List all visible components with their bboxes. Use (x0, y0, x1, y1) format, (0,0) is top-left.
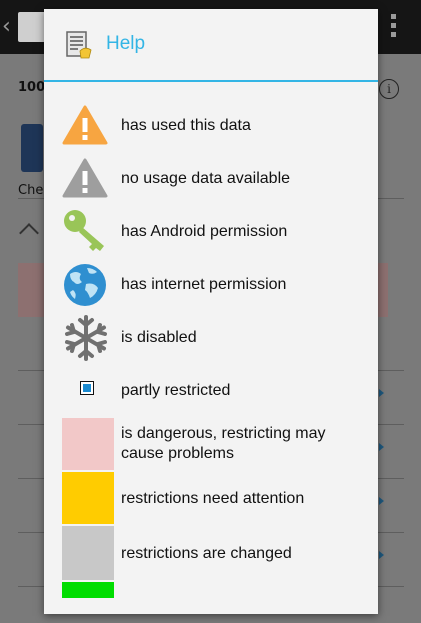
row-arrow-icon[interactable] (379, 443, 384, 451)
info-icon[interactable]: i (379, 79, 399, 99)
app-icon[interactable] (18, 12, 46, 42)
globe-icon (64, 264, 106, 306)
partial-square-icon (80, 381, 94, 395)
legend-row: no usage data available (44, 155, 378, 203)
snowflake-icon (65, 315, 107, 361)
background-check-text: Che (18, 183, 44, 198)
legend-label: partly restricted (121, 382, 231, 399)
legend-label: has internet permission (121, 276, 287, 293)
legend-row: is dangerous, restricting may cause prob… (44, 418, 378, 470)
legend-row: has used this data (44, 102, 378, 150)
back-chevron-icon[interactable]: ‹ (2, 14, 11, 39)
legend-label: is disabled (121, 329, 197, 346)
help-dialog: Help has used this data no usage data av… (44, 9, 378, 614)
legend-label: has Android permission (121, 223, 288, 240)
dialog-title: Help (106, 33, 146, 54)
legend-row (44, 582, 378, 598)
legend-row: restrictions are changed (44, 526, 378, 580)
row-arrow-icon[interactable] (379, 497, 384, 505)
legend-label: has used this data (121, 117, 251, 134)
yellow-swatch (62, 472, 114, 524)
document-icon (66, 31, 92, 59)
legend-label: is dangerous, restricting may cause prob… (121, 425, 326, 462)
warning-orange-icon (62, 105, 108, 145)
grey-swatch (62, 526, 114, 580)
pink-swatch (62, 418, 114, 470)
dialog-header: Help (44, 9, 378, 81)
green-swatch (62, 582, 114, 598)
background-number: 100 (18, 80, 46, 95)
warning-grey-icon (62, 158, 108, 198)
legend-row: has internet permission (44, 261, 378, 309)
key-icon (64, 210, 104, 251)
legend-row: restrictions need attention (44, 472, 378, 524)
title-divider (44, 80, 378, 82)
legend-row: partly restricted (44, 367, 378, 415)
legend-label: restrictions are changed (121, 545, 292, 562)
legend-row: is disabled (44, 314, 378, 362)
row-arrow-icon[interactable] (379, 551, 384, 559)
overflow-menu-icon[interactable] (391, 14, 397, 41)
background-tile (21, 124, 43, 172)
legend-label: no usage data available (121, 170, 291, 187)
legend-label: restrictions need attention (121, 490, 305, 507)
row-arrow-icon[interactable] (379, 389, 384, 397)
legend-row: has Android permission (44, 208, 378, 256)
